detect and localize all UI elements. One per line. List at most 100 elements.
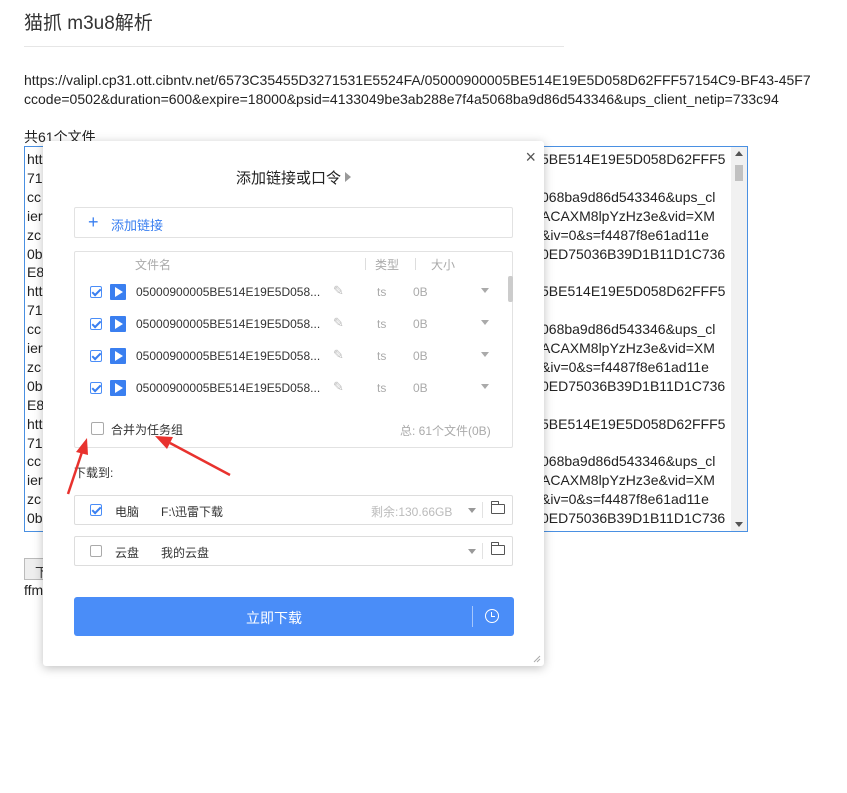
textarea-line-start: zc: [27, 491, 41, 508]
header-type: 类型: [375, 258, 400, 272]
file-checkbox[interactable]: [90, 286, 102, 298]
header-separator: [365, 258, 366, 270]
textarea-line-end: 5BE514E19E5D058D62FFF5: [541, 151, 726, 167]
file-checkbox[interactable]: [90, 382, 102, 394]
schedule-clock-icon[interactable]: [485, 609, 499, 623]
chevron-down-icon[interactable]: [468, 549, 476, 554]
video-file-icon: [110, 316, 126, 332]
textarea-line-end: ACAXM8lpYzHz3e&vid=XM: [541, 207, 715, 224]
textarea-line-start: 71: [27, 169, 43, 186]
caret-right-icon: [345, 172, 351, 182]
destination-path: 我的云盘: [161, 546, 210, 560]
textarea-line-start: cc: [27, 453, 41, 470]
scroll-up-icon[interactable]: [735, 151, 743, 156]
file-checkbox[interactable]: [90, 318, 102, 330]
file-name: 05000900005BE514E19E5D058...: [136, 285, 321, 299]
header-size: 大小: [431, 258, 456, 272]
destination-name: 云盘: [115, 546, 140, 560]
textarea-line-end: 068ba9d86d543346&ups_cl: [541, 321, 716, 338]
textarea-line-start: 71: [27, 302, 43, 319]
merge-checkbox[interactable]: [91, 422, 104, 435]
file-type: ts: [377, 285, 387, 299]
video-file-icon: [110, 380, 126, 396]
textarea-line-end: 5BE514E19E5D058D62FFF5: [541, 415, 726, 432]
file-row[interactable]: 05000900005BE514E19E5D058... ✎ ts 0B: [75, 340, 495, 372]
textarea-line-end: &iv=0&s=f4487f8e61ad11e: [541, 358, 709, 375]
destination-path: F:\迅雷下载: [161, 505, 223, 519]
file-row[interactable]: 05000900005BE514E19E5D058... ✎ ts 0B: [75, 276, 495, 308]
chevron-down-icon[interactable]: [481, 384, 489, 389]
header-filename: 文件名: [135, 258, 172, 272]
page-title: 猫抓 m3u8解析: [24, 13, 153, 34]
edit-pencil-icon[interactable]: ✎: [333, 379, 344, 395]
destination-checkbox[interactable]: [90, 545, 102, 557]
file-size: 0B: [413, 381, 428, 395]
textarea-line-end: 068ba9d86d543346&ups_cl: [541, 453, 716, 470]
edit-pencil-icon[interactable]: ✎: [333, 283, 344, 299]
file-row[interactable]: 05000900005BE514E19E5D058... ✎ ts 0B: [75, 308, 495, 340]
video-file-icon: [110, 348, 126, 364]
destination-cloud[interactable]: 云盘 我的云盘: [74, 536, 513, 566]
textarea-line-start: cc: [27, 321, 41, 338]
textarea-line-end: &iv=0&s=f4487f8e61ad11e: [541, 226, 709, 243]
textarea-line-start: cc: [27, 188, 41, 205]
destination-local[interactable]: 电脑 F:\迅雷下载 剩余:130.66GB: [74, 495, 513, 525]
destination-divider: [482, 502, 483, 518]
textarea-line-end: ACAXM8lpYzHz3e&vid=XM: [541, 340, 715, 356]
free-space: 剩余:130.66GB: [371, 505, 453, 519]
dialog-title[interactable]: 添加链接或口令: [43, 167, 544, 188]
textarea-line-end: 068ba9d86d543346&ups_cl: [541, 188, 716, 205]
dialog-title-text: 添加链接或口令: [235, 170, 341, 187]
file-list-scrollbar[interactable]: [508, 276, 513, 302]
header-separator: [415, 258, 416, 270]
textarea-line-start: E8: [27, 396, 45, 413]
textarea-line-start: htt: [27, 283, 43, 300]
chevron-down-icon[interactable]: [468, 508, 476, 513]
folder-icon[interactable]: [491, 501, 505, 514]
download-now-label: 立即下载: [246, 610, 302, 626]
total-summary: 总: 61个文件(0B): [400, 424, 491, 438]
add-link-button[interactable]: + 添加链接: [74, 207, 513, 238]
textarea-line-end: ACAXM8lpYzHz3e&vid=XM: [541, 472, 715, 489]
edit-pencil-icon[interactable]: ✎: [333, 315, 344, 331]
divider: [24, 46, 564, 47]
chevron-down-icon[interactable]: [481, 352, 489, 357]
add-link-dialog: 添加链接或口令 × + 添加链接 文件名 类型 大小 05000900005BE…: [43, 141, 544, 666]
textarea-line-start: ier: [27, 207, 43, 224]
textarea-line-start: ier: [27, 472, 43, 489]
file-row[interactable]: 05000900005BE514E19E5D058... ✎ ts 0B: [75, 372, 495, 404]
textarea-line-start: 0b: [27, 510, 43, 527]
file-list: 文件名 类型 大小 05000900005BE514E19E5D058... ✎ t…: [74, 251, 513, 448]
chevron-down-icon[interactable]: [481, 320, 489, 325]
url-line-1: https://valipl.cp31.ott.cibntv.net/6573C…: [24, 72, 811, 88]
file-type: ts: [377, 381, 387, 395]
download-now-button[interactable]: 立即下载: [74, 597, 514, 636]
file-name: 05000900005BE514E19E5D058...: [136, 349, 321, 363]
ffmpeg-text: ffm: [24, 582, 44, 598]
chevron-down-icon[interactable]: [481, 288, 489, 293]
file-size: 0B: [413, 285, 428, 299]
close-icon[interactable]: ×: [525, 147, 536, 168]
textarea-line-start: 0b: [27, 377, 43, 394]
url-line-2: ccode=0502&duration=600&expire=18000&psi…: [24, 91, 779, 107]
textarea-line-start: htt: [27, 151, 43, 167]
textarea-line-end: 0ED75036B39D1B11D1C736: [541, 510, 726, 527]
video-file-icon: [110, 284, 126, 300]
scroll-down-icon[interactable]: [735, 522, 743, 527]
textarea-line-end: 0ED75036B39D1B11D1C736: [541, 245, 726, 262]
scroll-thumb[interactable]: [735, 165, 743, 181]
textarea-line-start: E8: [27, 264, 45, 281]
folder-icon[interactable]: [491, 542, 505, 555]
edit-pencil-icon[interactable]: ✎: [333, 347, 344, 363]
textarea-line-start: ier: [27, 340, 43, 356]
destination-checkbox[interactable]: [90, 504, 102, 516]
plus-icon: +: [88, 212, 99, 232]
resize-grip-icon[interactable]: [533, 655, 541, 663]
file-checkbox[interactable]: [90, 350, 102, 362]
add-link-label: 添加链接: [111, 218, 164, 233]
file-size: 0B: [413, 349, 428, 363]
textarea-scrollbar[interactable]: [731, 147, 747, 531]
textarea-line-end: 0ED75036B39D1B11D1C736: [541, 377, 726, 394]
textarea-line-start: htt: [27, 415, 43, 432]
file-name: 05000900005BE514E19E5D058...: [136, 381, 321, 395]
